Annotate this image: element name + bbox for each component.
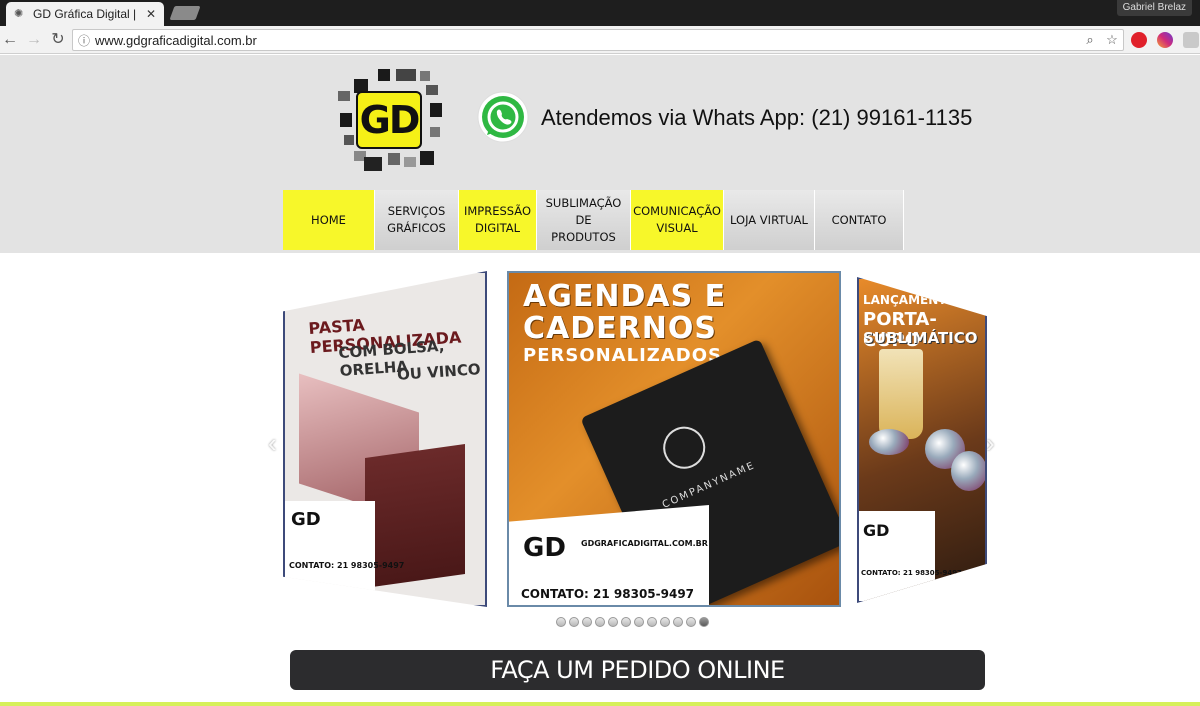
extension-icon[interactable] — [1183, 32, 1199, 48]
carousel-dot[interactable] — [686, 617, 696, 627]
site-favicon-icon: ✺ — [14, 8, 24, 20]
notebook-brand: COMPANYNAME — [660, 459, 758, 511]
browser-toolbar: ← → ↻ ⓘ www.gdgraficadigital.com.br ⌕ ☆ — [0, 26, 1200, 54]
bookmark-star-icon[interactable]: ☆ — [1101, 32, 1123, 48]
coaster-image — [951, 451, 985, 491]
slide-headline: CADERNOS — [523, 311, 717, 346]
carousel-next-arrow-icon[interactable]: › — [986, 428, 995, 459]
whatsapp-contact-text: Atendemos via Whats App: (21) 99161-1135 — [541, 105, 973, 130]
carousel-slide-porta-copo[interactable]: LANÇAMENTO PORTA-COPO SUBLIMÁTICO GD CON… — [857, 277, 987, 603]
coaster-image — [869, 429, 909, 455]
nav-item-sublimacao-de-produtos[interactable]: SUBLIMAÇÃO DE PRODUTOS — [537, 190, 631, 250]
carousel-dot[interactable] — [647, 617, 657, 627]
slide-contact-card: GD CONTATO: 21 98305-9497 — [859, 511, 962, 601]
carousel-dot[interactable] — [595, 617, 605, 627]
slide-logo: GD — [863, 521, 890, 540]
glass-image — [879, 349, 923, 439]
footer-accent-line — [0, 702, 1200, 706]
main-nav: HOME SERVIÇOS GRÁFICOS IMPRESSÃO DIGITAL… — [283, 190, 904, 250]
slide-logo: GD — [523, 533, 566, 563]
carousel-dot[interactable] — [660, 617, 670, 627]
carousel-slide-agendas[interactable]: AGENDAS E CADERNOS PERSONALIZADOS COMPAN… — [507, 271, 841, 607]
carousel-dot[interactable] — [634, 617, 644, 627]
bird-logo-icon — [656, 420, 712, 476]
nav-item-impressao-digital[interactable]: IMPRESSÃO DIGITAL — [459, 190, 537, 250]
carousel-pagination — [556, 617, 709, 627]
zoom-search-icon[interactable]: ⌕ — [1079, 32, 1101, 48]
reload-icon[interactable]: ↻ — [48, 30, 68, 50]
new-tab-button[interactable] — [169, 6, 201, 20]
carousel-dot[interactable] — [569, 617, 579, 627]
carousel-dot[interactable] — [556, 617, 566, 627]
slide-contact-card: GD CONTATO: 21 98305-9497 — [285, 501, 404, 605]
back-arrow-icon[interactable]: ← — [0, 30, 20, 50]
order-online-button[interactable]: FAÇA UM PEDIDO ONLINE — [290, 650, 985, 690]
slide-contact: CONTATO: 21 98305-9497 — [861, 569, 962, 577]
whatsapp-icon[interactable] — [477, 91, 529, 143]
slide-logo: GD — [291, 509, 321, 530]
nav-item-home[interactable]: HOME — [283, 190, 375, 250]
address-url[interactable]: www.gdgraficadigital.com.br — [95, 33, 1079, 48]
tab-title: GD Gráfica Digital | Gráfic — [33, 7, 140, 21]
profile-button[interactable]: Gabriel Brelaz — [1116, 0, 1192, 16]
gd-logo[interactable]: GD — [336, 69, 444, 171]
nav-item-contato[interactable]: CONTATO — [815, 190, 904, 250]
slide-contact: CONTATO: 21 98305-9497 — [289, 561, 405, 570]
site-info-icon[interactable]: ⓘ — [73, 32, 95, 49]
nav-item-loja-virtual[interactable]: LOJA VIRTUAL — [724, 190, 815, 250]
carousel-dot[interactable] — [673, 617, 683, 627]
pocket-extension-icon[interactable] — [1131, 32, 1147, 48]
address-bar[interactable]: ⓘ www.gdgraficadigital.com.br ⌕ ☆ — [72, 29, 1124, 51]
image-carousel: PASTA PERSONALIZADA COM BOLSA, ORELHA OU… — [0, 253, 1200, 633]
forward-arrow-icon[interactable]: → — [24, 30, 44, 50]
carousel-prev-arrow-icon[interactable]: ‹ — [268, 428, 277, 459]
carousel-slide-pasta[interactable]: PASTA PERSONALIZADA COM BOLSA, ORELHA OU… — [283, 271, 487, 607]
carousel-dot[interactable] — [582, 617, 592, 627]
browser-tab[interactable]: ✺ GD Gráfica Digital | Gráfic ✕ — [6, 2, 164, 26]
slide-contact: CONTATO: 21 98305-9497 — [521, 587, 695, 601]
slide-headline: AGENDAS E — [523, 279, 727, 314]
nav-item-servicos-graficos[interactable]: SERVIÇOS GRÁFICOS — [375, 190, 459, 250]
logo-text: GD — [356, 91, 422, 149]
carousel-dot[interactable] — [699, 617, 709, 627]
slide-site: GDGRAFICADIGITAL.COM.BR — [581, 539, 708, 548]
slide-subline: PERSONALIZADOS — [523, 345, 722, 366]
carousel-dot[interactable] — [621, 617, 631, 627]
carousel-dot[interactable] — [608, 617, 618, 627]
instagram-extension-icon[interactable] — [1157, 32, 1173, 48]
tab-close-icon[interactable]: ✕ — [146, 7, 156, 21]
nav-item-comunicacao-visual[interactable]: COMUNICAÇÃO VISUAL — [631, 190, 724, 250]
slide-subline: SUBLIMÁTICO — [863, 329, 978, 347]
browser-tab-strip: ✺ GD Gráfica Digital | Gráfic ✕ Gabriel … — [0, 0, 1200, 26]
site-header: GD Atendemos via Whats App: (21) 99161-1… — [0, 55, 1200, 253]
slide-kicker: LANÇAMENTO — [863, 293, 957, 307]
